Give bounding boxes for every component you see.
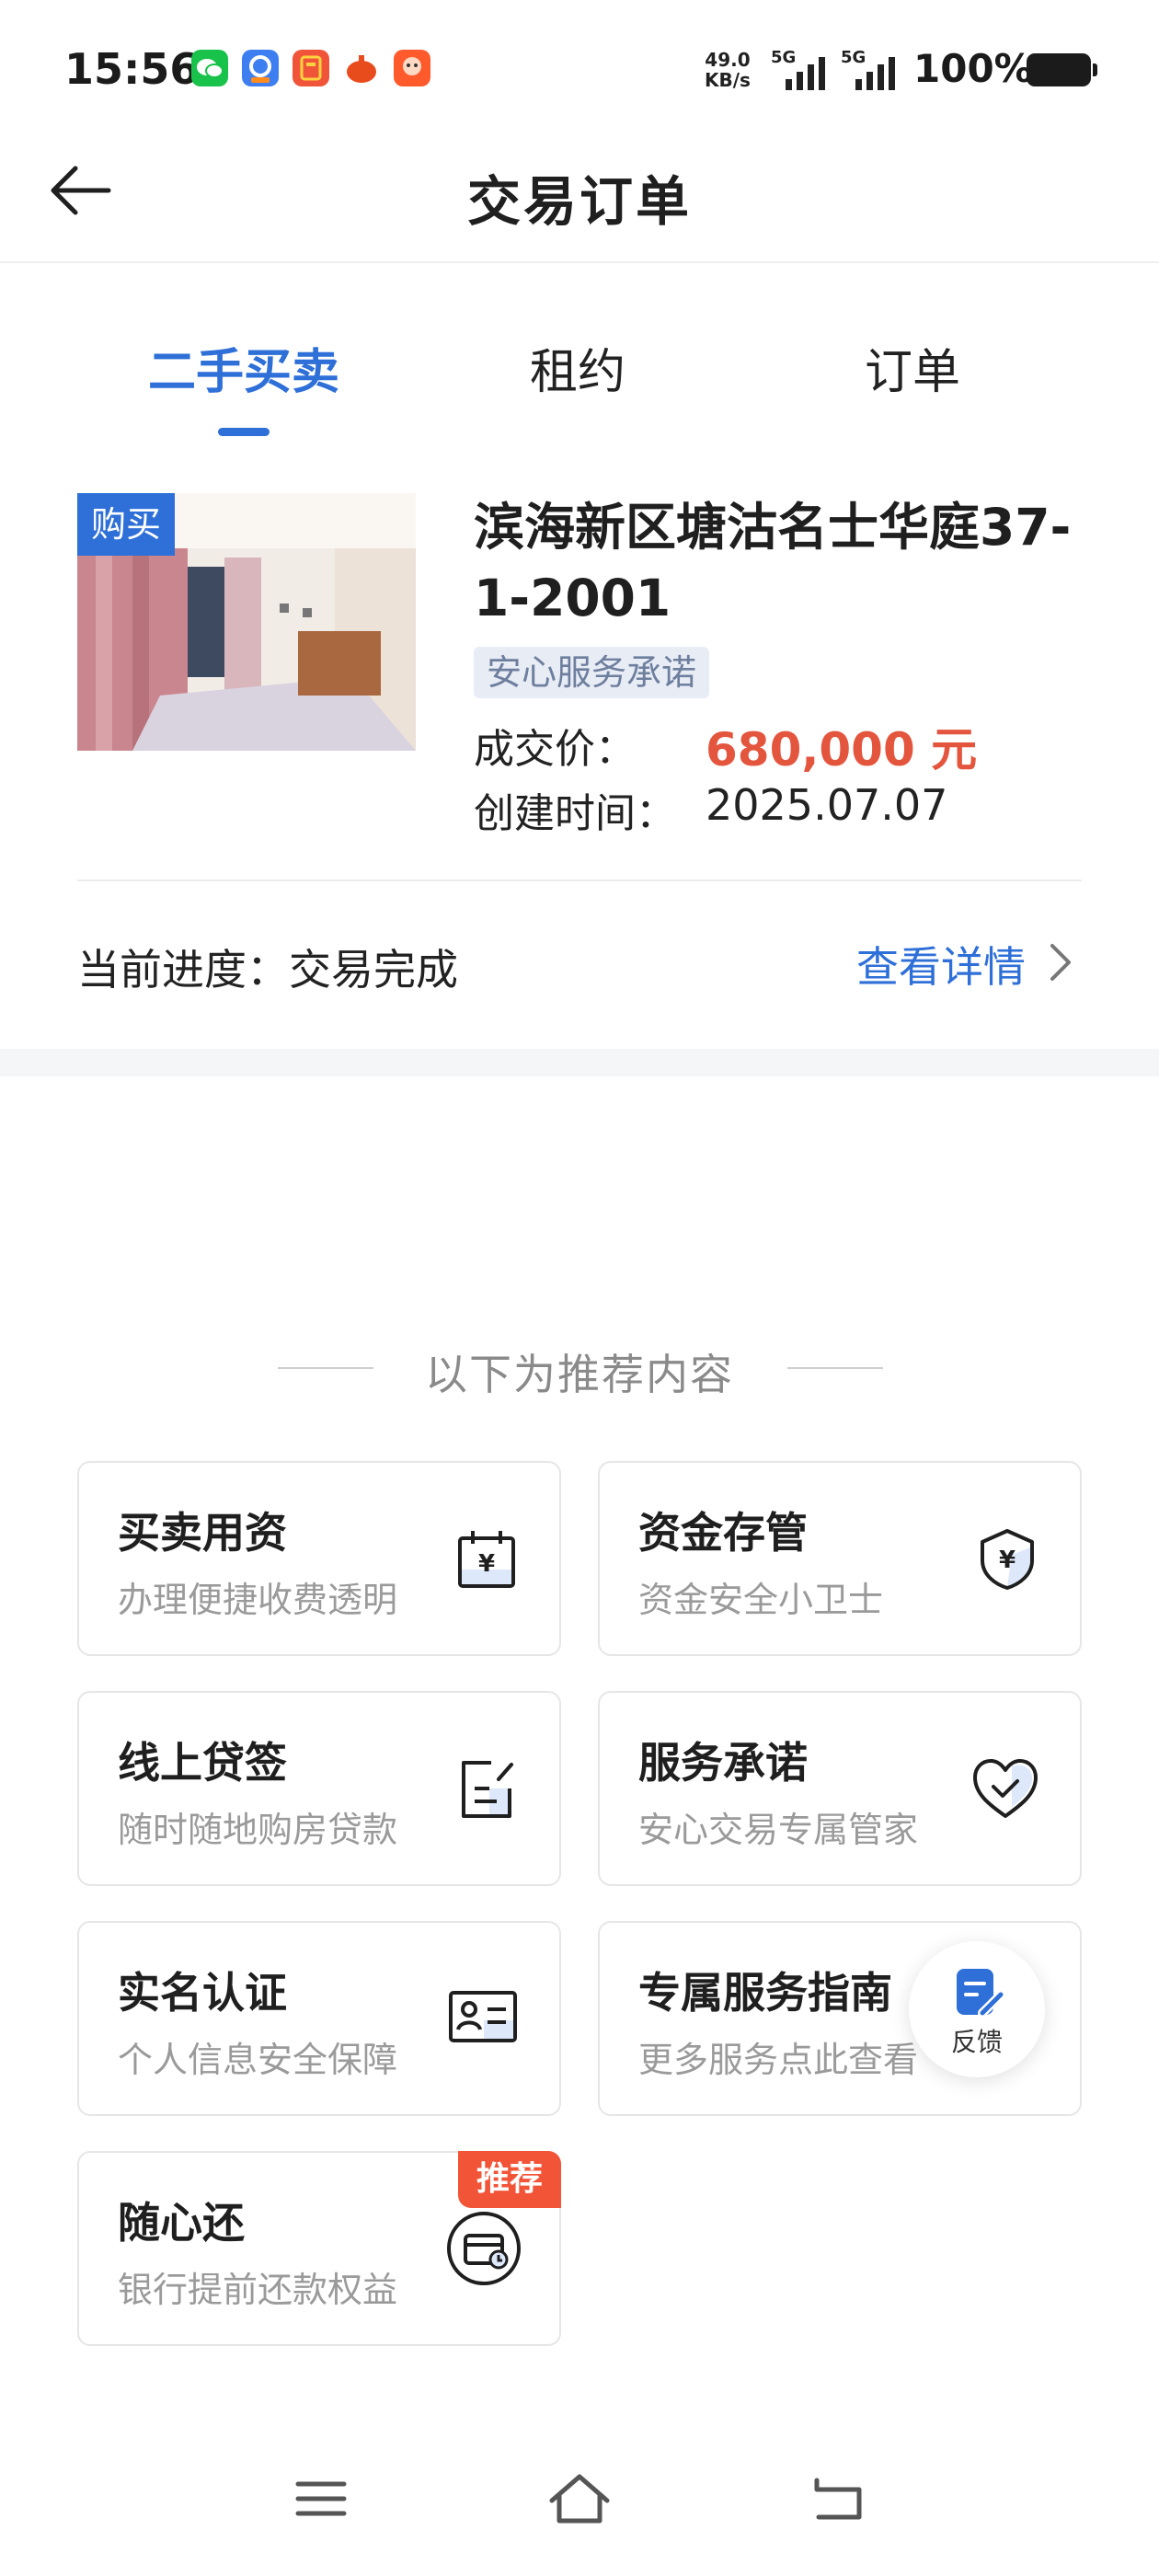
tab-lease[interactable]: 租约: [440, 333, 716, 402]
heart-check-icon: [973, 1759, 1038, 1818]
rec-card-subtitle: 办理便捷收费透明: [118, 1580, 398, 1620]
view-details-link[interactable]: 查看详情: [856, 934, 1026, 995]
battery-icon: [1027, 53, 1097, 86]
rec-card-subtitle: 更多服务点此查看: [638, 2040, 919, 2080]
back-icon[interactable]: [809, 2473, 866, 2524]
card-divider: [77, 880, 1082, 881]
calendar-yen-icon: ¥: [458, 1531, 515, 1588]
menu-icon[interactable]: [293, 2475, 350, 2523]
rec-card-subtitle: 随时随地购房贷款: [118, 1810, 398, 1850]
rec-card-subtitle: 资金安全小卫士: [638, 1580, 884, 1620]
buy-badge: 购买: [77, 493, 175, 556]
feedback-label: 反馈: [950, 2027, 1003, 2057]
rec-card-service-promise[interactable]: 服务承诺 安心交易专属管家: [598, 1691, 1082, 1886]
rec-card-purchase-funds[interactable]: 买卖用资 办理便捷收费透明 ¥: [77, 1461, 561, 1656]
property-title[interactable]: 滨海新区塘沽名士华庭37- 1-2001: [474, 492, 1099, 634]
signal-icon: [855, 57, 895, 90]
active-tab-indicator: [218, 428, 270, 436]
rec-card-subtitle: 安心交易专属管家: [638, 1810, 919, 1850]
app-notification-icon: [394, 50, 430, 86]
recommend-heading: 以下为推荐内容: [425, 1350, 734, 1399]
network-speed: 49.0 KB/s: [705, 49, 751, 91]
rec-card-title: 专属服务指南: [638, 1968, 892, 2018]
progress-status: 当前进度：交易完成: [77, 945, 458, 995]
rec-card-title: 买卖用资: [118, 1508, 287, 1558]
rec-card-title: 资金存管: [638, 1508, 808, 1558]
heading-line-right: [787, 1367, 883, 1369]
rec-card-subtitle: 银行提前还款权益: [118, 2270, 398, 2310]
home-icon[interactable]: [546, 2471, 613, 2526]
app-notification-icon: [293, 50, 329, 86]
svg-text:¥: ¥: [478, 1550, 495, 1578]
rec-card-online-loan-signing[interactable]: 线上贷签 随时随地购房贷款: [77, 1691, 561, 1886]
chevron-right-icon[interactable]: [1047, 940, 1074, 984]
feedback-icon: [957, 1969, 1004, 2018]
deal-price: 680,000 元: [706, 723, 978, 776]
rec-card-early-repayment[interactable]: 随心还 银行提前还款权益 推荐: [77, 2151, 561, 2346]
battery-percent: 100%: [913, 46, 1033, 91]
shield-yen-icon: ¥: [981, 1529, 1034, 1590]
card-clock-icon: [447, 2212, 521, 2285]
rec-card-real-name-auth[interactable]: 实名认证 个人信息安全保障: [77, 1921, 561, 2116]
rec-card-subtitle: 个人信息安全保障: [118, 2040, 398, 2080]
service-promise-tag: 安心服务承诺: [474, 647, 710, 698]
signal-icon: [786, 57, 825, 90]
feedback-button[interactable]: 反馈: [909, 1941, 1045, 2077]
section-separator: [0, 1049, 1159, 1076]
wechat-icon: [191, 50, 228, 86]
header-divider: [0, 261, 1159, 263]
document-sign-icon: [462, 1761, 513, 1818]
tab-orders[interactable]: 订单: [775, 333, 1050, 402]
id-card-icon: [449, 1991, 517, 2042]
price-label: 成交价：: [474, 726, 636, 773]
app-notification-icon: [242, 50, 279, 86]
created-label: 创建时间：: [474, 790, 676, 837]
rec-card-title: 线上贷签: [118, 1738, 287, 1788]
tab-second-hand[interactable]: 二手买卖: [106, 333, 382, 402]
app-notification-icon: [343, 50, 380, 86]
rec-card-fund-custody[interactable]: 资金存管 资金安全小卫士 ¥: [598, 1461, 1082, 1656]
status-time: 15:56: [64, 44, 200, 94]
rec-card-title: 服务承诺: [638, 1738, 808, 1788]
page-title: 交易订单: [466, 170, 692, 233]
rec-card-title: 随心还: [118, 2198, 245, 2248]
svg-text:¥: ¥: [999, 1547, 1016, 1574]
rec-card-title: 实名认证: [118, 1968, 287, 2018]
created-date: 2025.07.07: [706, 780, 948, 830]
recommend-tag: 推荐: [458, 2151, 561, 2208]
